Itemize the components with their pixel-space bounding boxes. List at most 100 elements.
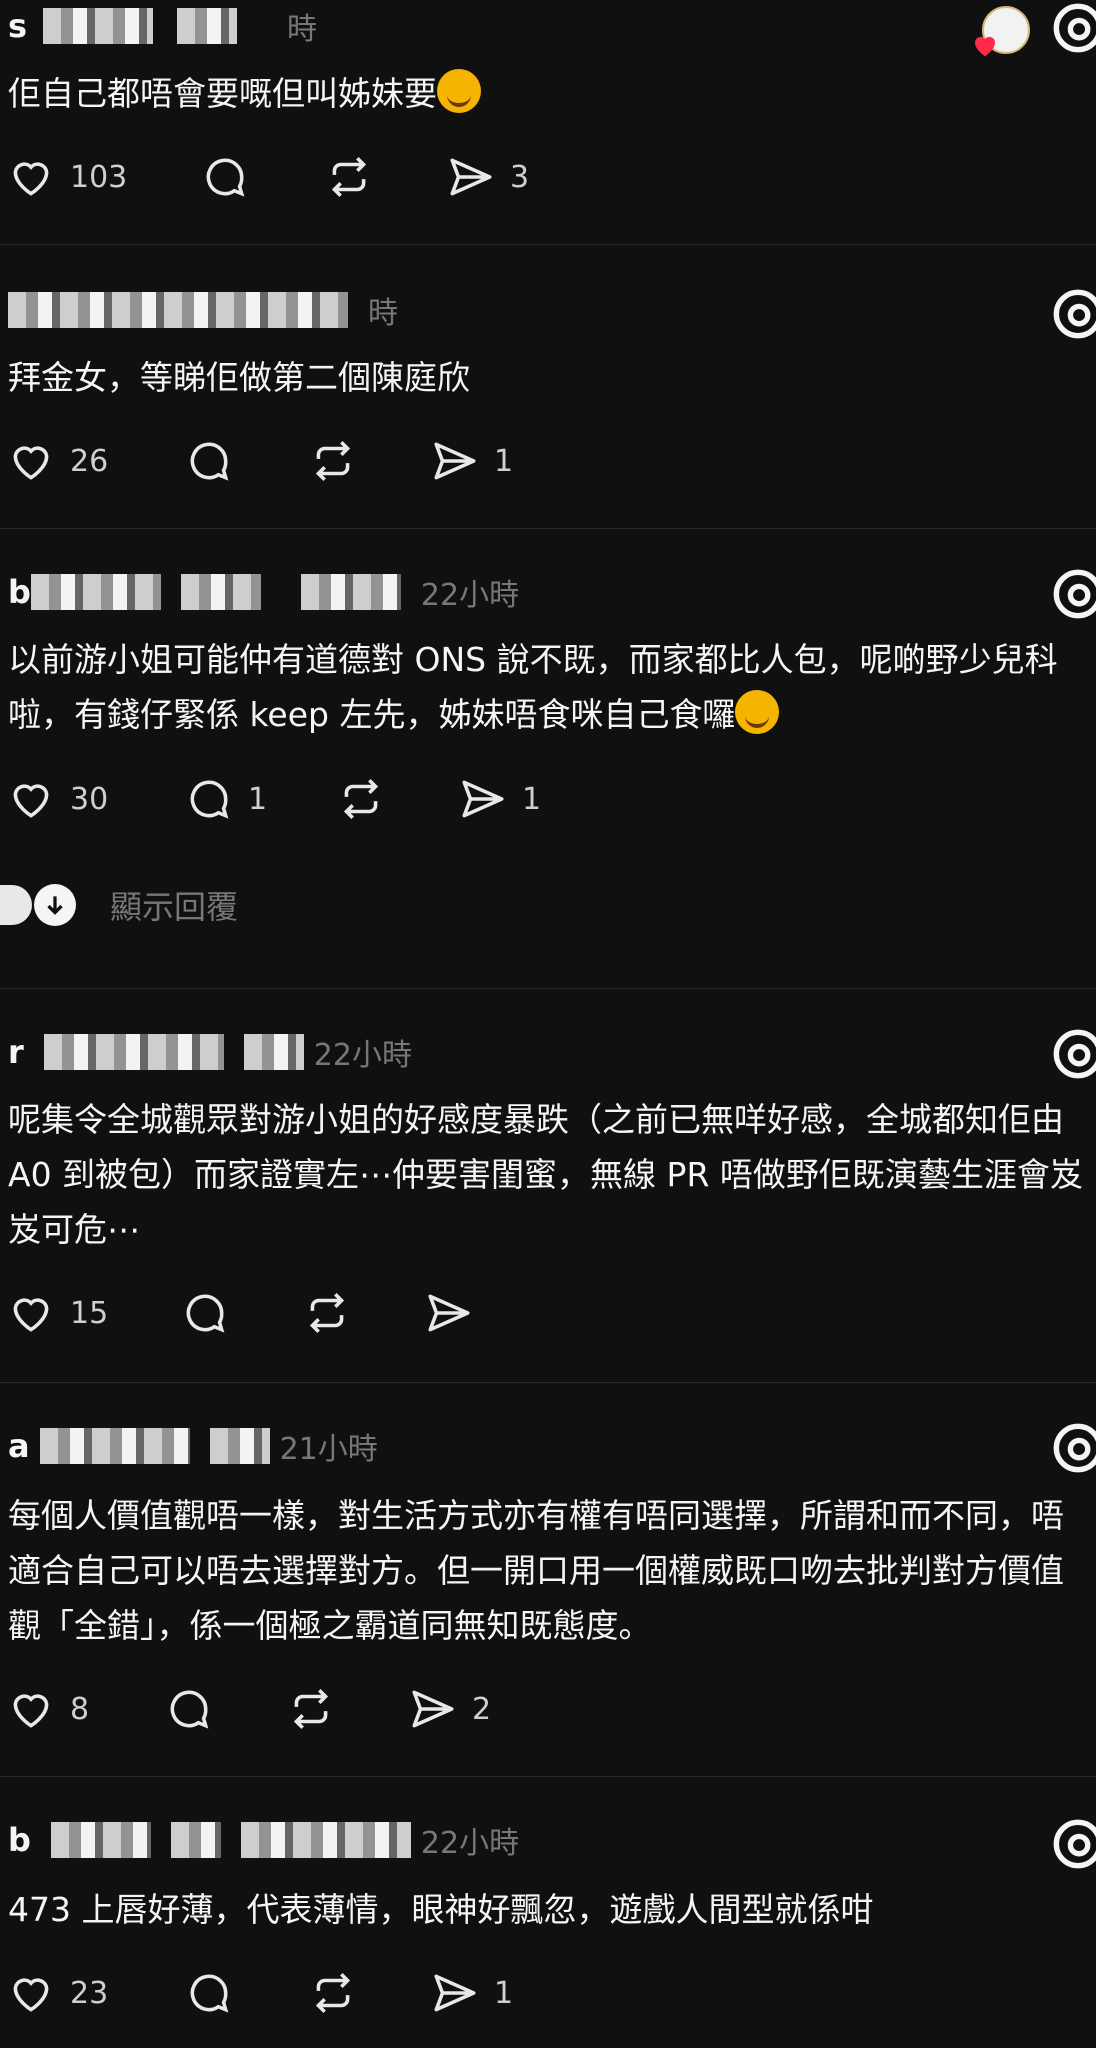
divider [0,244,1096,245]
comment-icon [170,1690,209,1729]
username[interactable]: b [8,573,31,611]
share-button[interactable] [424,1286,474,1340]
reply-button[interactable] [184,434,234,488]
like-button[interactable]: 26 [6,434,108,488]
divider [0,1776,1096,1777]
post-text: 473 上唇好薄，代表薄情，眼神好飄忽，遊戲人間型就係咁 [8,1890,874,1929]
share-button[interactable]: 1 [458,772,541,826]
repost-button[interactable] [308,434,358,488]
reply-button[interactable]: 1 [184,772,267,826]
threads-icon[interactable] [1052,1818,1096,1870]
heart-icon [13,1978,49,2012]
threads-icon[interactable] [1052,568,1096,620]
post-header: r 22小時 [8,1032,412,1073]
show-replies-button[interactable]: 顯示回覆 [0,880,238,930]
send-icon [434,1974,476,2012]
share-button[interactable]: 1 [430,434,513,488]
divider [0,988,1096,989]
post-text: 呢集令全城觀眾對游小姐的好感度暴跌（之前已無咩好感，全城都知佢由 A0 到被包）… [8,1100,1083,1249]
share-count: 3 [510,159,530,195]
like-count: 26 [70,443,109,479]
blurred-username [30,1426,270,1466]
blurred-username [30,572,411,612]
repost-icon [309,1292,345,1334]
divider [0,1382,1096,1383]
share-count: 2 [472,1691,492,1727]
post-time: 22小時 [313,1038,412,1073]
reply-count: 1 [248,781,268,817]
send-icon [462,780,504,818]
post-header: s 時 [8,6,318,47]
heart-icon [13,1694,49,1728]
comment-icon [206,158,245,197]
username[interactable]: r [8,1033,24,1071]
share-count: 1 [522,781,542,817]
send-icon [412,1690,454,1728]
reply-avatar [0,885,32,925]
send-icon [450,158,492,196]
like-count: 30 [70,781,109,817]
reply-button[interactable] [200,150,250,204]
comment-icon [186,1294,225,1333]
post-text: 以前游小姐可能仲有道德對 ONS 說不既，而家都比人包，呢啲野少兒科啦，有錢仔緊… [8,632,1092,742]
username[interactable]: b [8,1821,31,1859]
like-button[interactable]: 15 [6,1286,108,1340]
comment-icon [190,442,229,481]
username[interactable]: a [8,1427,30,1465]
username[interactable]: s [8,7,27,45]
smirking-emoji [735,690,780,734]
post-time: 時 [287,12,318,47]
threads-icon[interactable] [1052,288,1096,340]
post-text-content: 佢自己都唔會要嘅但叫姊妹要 [8,74,437,113]
like-count: 103 [70,159,128,195]
post-header: b 22小時 [8,572,520,613]
threads-icon[interactable] [1052,2,1096,54]
post-header: a 21小時 [8,1426,378,1467]
repost-icon [331,156,367,198]
threads-icon[interactable] [1052,1422,1096,1474]
post-time: 22小時 [420,1826,520,1861]
like-button[interactable]: 23 [6,1966,108,2020]
heart-icon [13,162,49,196]
send-icon [434,442,476,480]
post-header: b 22小時 [8,1820,520,1861]
share-button[interactable]: 2 [408,1682,491,1736]
arrow-down-icon [34,884,76,926]
repost-icon [315,440,351,482]
blurred-username [8,290,358,330]
rolling-laughing-emoji [437,69,481,113]
post-header: 時 [8,290,398,331]
like-button[interactable]: 103 [6,150,127,204]
blurred-username [24,1032,304,1072]
heart-icon [13,446,49,480]
share-count: 1 [494,443,514,479]
comment-icon [190,780,229,819]
like-button[interactable]: 8 [6,1682,89,1736]
share-button[interactable]: 3 [446,150,529,204]
post-text: 每個人價值觀唔一樣，對生活方式亦有權有唔同選擇，所謂和而不同，唔適合自己可以唔去… [8,1496,1064,1645]
post-time: 21小時 [279,1432,378,1467]
repost-button[interactable] [336,772,386,826]
liked-heart-icon [975,36,995,57]
repost-icon [293,1688,329,1730]
post-text: 拜金女，等睇佢做第二個陳庭欣 [8,358,470,397]
repost-button[interactable] [308,1966,358,2020]
reply-button[interactable] [180,1286,230,1340]
heart-icon [13,1298,49,1332]
share-button[interactable]: 1 [430,1966,513,2020]
reply-button[interactable] [184,1966,234,2020]
repost-icon [343,778,379,820]
post-time: 22小時 [420,578,520,613]
comment-icon [190,1974,229,2013]
reply-button[interactable] [164,1682,214,1736]
repost-button[interactable] [302,1286,352,1340]
blurred-username [27,6,277,46]
like-button[interactable]: 30 [6,772,108,826]
repost-button[interactable] [286,1682,336,1736]
heart-icon [13,784,49,818]
send-icon [428,1294,470,1332]
threads-icon[interactable] [1052,1028,1096,1080]
post-text: 佢自己都唔會要嘅但叫姊妹要 [8,66,1092,121]
like-count: 15 [70,1295,109,1331]
repost-button[interactable] [324,150,374,204]
